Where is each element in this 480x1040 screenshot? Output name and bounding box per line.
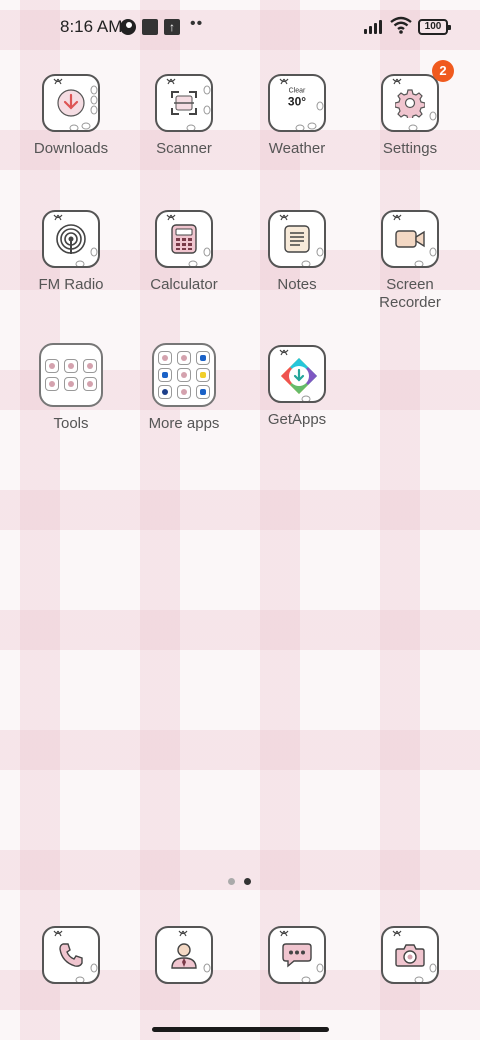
mini-app-icon [158,368,172,382]
screen-recorder-tile [381,210,439,268]
app-label: FM Radio [38,276,104,293]
app-calculator[interactable]: Calculator [134,210,234,294]
upload-icon: ↑ [164,19,180,35]
app-label: Screen Recorder [379,276,441,311]
more-dots-icon: •• [190,15,204,32]
calculator-icon [171,224,197,254]
weather-condition: Clear [288,87,306,95]
app-label: Weather [268,140,326,157]
video-camera-icon [395,230,425,248]
weather-temp: 30° [287,94,307,109]
app-label: Tools [53,415,89,432]
contacts-icon [171,943,197,969]
dock-messages[interactable] [247,926,347,984]
gear-icon [395,89,425,118]
mini-app-icon [196,368,210,382]
app-label: Downloads [33,140,109,157]
camera-icon [395,944,425,967]
square-notification-icon [142,19,158,35]
app-label: GetApps [267,411,327,428]
fm-radio-tile [42,210,100,268]
getapps-tile [268,345,326,403]
app-getapps[interactable]: GetApps [247,345,347,429]
app-label: Notes [277,276,317,293]
app-downloads[interactable]: Downloads [21,74,121,158]
app-fm-radio[interactable]: FM Radio [21,210,121,294]
downloads-tile [42,74,100,132]
notepad-icon [284,225,310,253]
notes-tile [268,210,326,268]
radio-waves-icon [56,224,86,254]
mini-app-icon [64,359,78,373]
phone-icon [59,943,83,967]
mini-app-icon [177,385,191,399]
phone-tile [42,926,100,984]
status-bar: 8:16 AM ↑ •• 100 [0,0,480,56]
dock-contacts[interactable] [134,926,234,984]
scanner-tile [155,74,213,132]
folder-icon [39,343,103,407]
getapps-icon [281,358,317,394]
mini-app-icon [45,377,59,391]
signal-icon [364,20,386,34]
app-screen-recorder[interactable]: Screen Recorder [360,210,460,312]
mini-app-icon [196,351,210,365]
folder-tools[interactable]: Tools [21,343,121,433]
wifi-icon [390,16,412,34]
weather-icon: Clear 30° [288,88,306,109]
mini-app-icon [177,368,191,382]
mini-app-icon [64,377,78,391]
mini-app-icon [83,377,97,391]
page-dot-2[interactable] [244,878,251,885]
app-label: Scanner [156,140,212,157]
scan-frame-icon [171,91,197,115]
download-arrow-icon [57,89,85,117]
folder-icon [152,343,216,407]
home-indicator-bar[interactable] [152,1027,329,1032]
app-settings[interactable]: 2 Settings [360,60,460,158]
mini-app-icon [83,359,97,373]
app-label: Calculator [150,276,218,293]
battery-icon: 100 [418,19,451,35]
messages-tile [268,926,326,984]
camera-tile [381,926,439,984]
notification-badge: 2 [432,60,454,82]
mini-app-icon [158,351,172,365]
app-scanner[interactable]: Scanner [134,74,234,158]
mini-app-icon [158,385,172,399]
dock-phone[interactable] [21,926,121,984]
app-label: Settings [382,140,438,157]
mini-app-icon [177,351,191,365]
status-time: 8:16 AM [60,17,123,36]
settings-tile [381,74,439,132]
page-dot-1[interactable] [228,878,235,885]
app-label: More apps [148,415,220,432]
notification-circle-icon [120,19,136,35]
app-notes[interactable]: Notes [247,210,347,294]
dock-camera[interactable] [360,926,460,984]
messages-icon [282,943,312,968]
folder-more-apps[interactable]: More apps [134,343,234,433]
weather-tile: Clear 30° [268,74,326,132]
app-weather[interactable]: Clear 30° Weather [247,74,347,158]
page-indicator[interactable] [228,878,252,886]
mini-app-icon [196,385,210,399]
mini-app-icon [45,359,59,373]
calculator-tile [155,210,213,268]
contacts-tile [155,926,213,984]
